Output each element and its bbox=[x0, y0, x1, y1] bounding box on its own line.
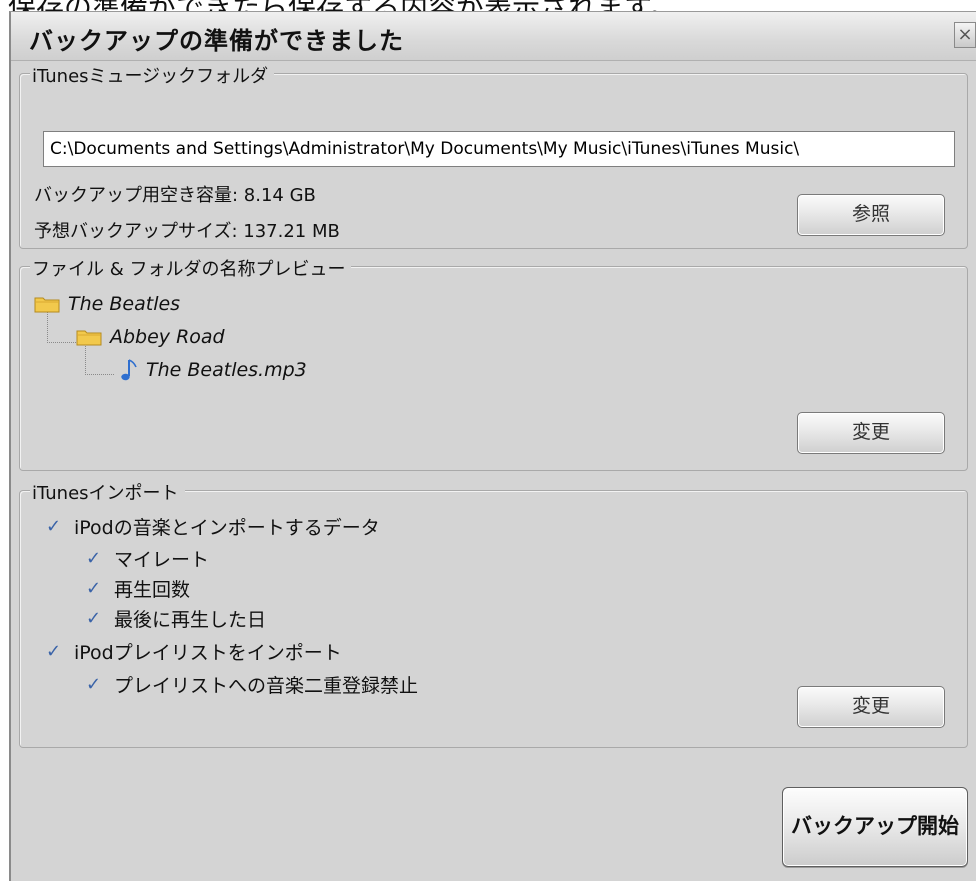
music-folder-group: iTunesミュージックフォルダ バックアップ用空き容量: 8.14 GB 予想… bbox=[19, 62, 968, 249]
import-option-label: iPodプレイリストをインポート bbox=[74, 642, 342, 664]
screenshot-page: 保存の準備ができたら保存する内容が表示されます。 バックアップの準備ができました… bbox=[0, 0, 978, 883]
title-bar: バックアップの準備ができました × bbox=[11, 12, 976, 61]
tree-item-folder[interactable]: The Beatles bbox=[34, 289, 180, 319]
name-preview-group: ファイル & フォルダの名称プレビュー The Beatles Abbey Ro… bbox=[19, 255, 968, 471]
tree-item-label: The Beatles.mp3 bbox=[146, 359, 307, 381]
browse-button[interactable]: 参照 bbox=[797, 194, 945, 236]
import-option[interactable]: ✓ iPodの音楽とインポートするデータ bbox=[46, 513, 380, 540]
tree-item-label: The Beatles bbox=[68, 293, 181, 315]
import-option-label: マイレート bbox=[114, 549, 210, 571]
check-icon: ✓ bbox=[86, 578, 102, 599]
check-icon: ✓ bbox=[86, 674, 102, 695]
itunes-import-legend: iTunesインポート bbox=[30, 479, 185, 505]
tree-item-folder[interactable]: Abbey Road bbox=[76, 322, 225, 352]
check-icon: ✓ bbox=[46, 641, 62, 662]
start-backup-button[interactable]: バックアップ開始 bbox=[782, 787, 968, 867]
import-option[interactable]: ✓ プレイリストへの音楽二重登録禁止 bbox=[86, 671, 418, 698]
import-option[interactable]: ✓ iPodプレイリストをインポート bbox=[46, 638, 342, 665]
import-option-label: 再生回数 bbox=[114, 579, 191, 601]
check-icon: ✓ bbox=[86, 548, 102, 569]
import-change-button[interactable]: 変更 bbox=[797, 686, 945, 728]
name-preview-legend: ファイル & フォルダの名称プレビュー bbox=[30, 255, 352, 281]
import-option[interactable]: ✓ 再生回数 bbox=[86, 575, 190, 602]
folder-icon bbox=[76, 330, 102, 346]
import-option-label: プレイリストへの音楽二重登録禁止 bbox=[114, 675, 419, 697]
dialog-title: バックアップの準備ができました bbox=[29, 27, 404, 55]
folder-icon bbox=[34, 297, 60, 313]
estimated-size-label: 予想バックアップサイズ: 137.21 MB bbox=[34, 221, 340, 242]
import-option-label: 最後に再生した日 bbox=[114, 609, 267, 631]
import-option[interactable]: ✓ 最後に再生した日 bbox=[86, 605, 266, 632]
tree-item-file[interactable]: The Beatles.mp3 bbox=[118, 355, 307, 385]
music-note-icon bbox=[121, 359, 137, 381]
check-icon: ✓ bbox=[46, 516, 62, 537]
close-icon: × bbox=[957, 24, 973, 45]
backup-dialog: バックアップの準備ができました × iTunesミュージックフォルダ バックアッ… bbox=[9, 11, 976, 881]
import-option-label: iPodの音楽とインポートするデータ bbox=[74, 517, 380, 539]
close-button[interactable]: × bbox=[954, 22, 976, 48]
check-icon: ✓ bbox=[86, 608, 102, 629]
free-space-label: バックアップ用空き容量: 8.14 GB bbox=[34, 185, 316, 206]
music-folder-path-input[interactable] bbox=[43, 131, 955, 167]
rename-change-button[interactable]: 変更 bbox=[797, 412, 945, 454]
itunes-import-group: iTunesインポート ✓ iPodの音楽とインポートするデータ ✓ マイレート… bbox=[19, 479, 968, 748]
tree-item-label: Abbey Road bbox=[110, 326, 225, 348]
music-folder-legend: iTunesミュージックフォルダ bbox=[30, 62, 275, 88]
import-option[interactable]: ✓ マイレート bbox=[86, 545, 209, 572]
